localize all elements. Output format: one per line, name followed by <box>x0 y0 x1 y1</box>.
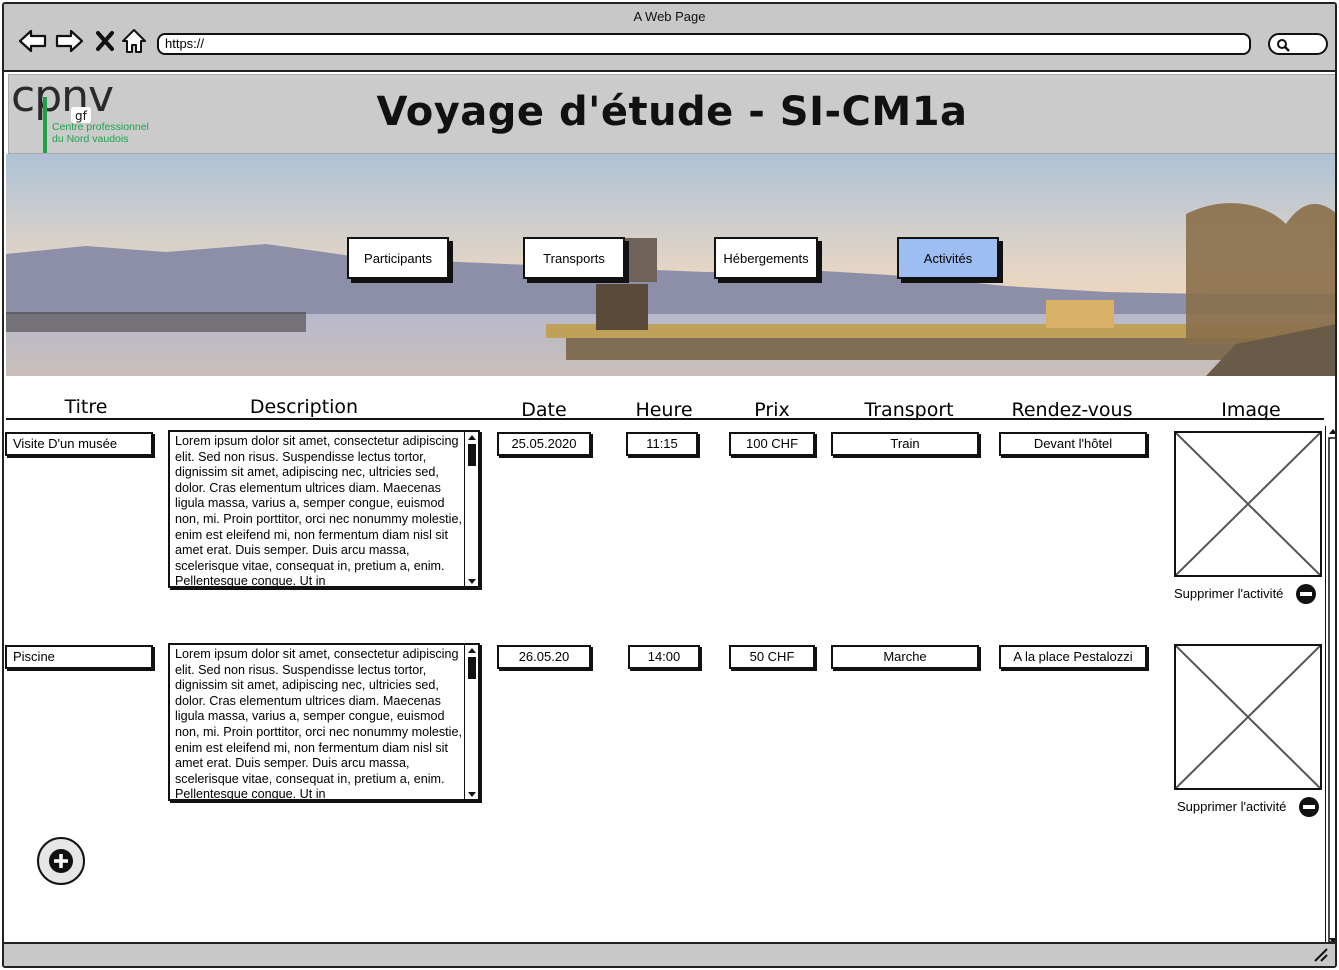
header-divider <box>6 418 1324 420</box>
minus-circle-icon[interactable] <box>1299 797 1319 817</box>
rendez-vous-input[interactable]: A la place Pestalozzi <box>999 645 1147 669</box>
tab-hebergements[interactable]: Hébergements <box>714 237 818 279</box>
description-scrollbar[interactable] <box>464 432 478 586</box>
add-activity-button[interactable] <box>37 837 85 885</box>
page-header: cpnv gf Centre professionnel du Nord vau… <box>8 71 1335 154</box>
delete-activity-label[interactable]: Supprimer l'activité <box>1177 799 1286 814</box>
date-input[interactable]: 26.05.20 <box>497 645 591 669</box>
page-title: Voyage d'étude - SI-CM1a <box>376 89 968 135</box>
titre-input[interactable]: Piscine <box>5 645 153 669</box>
url-field[interactable]: https:// <box>157 33 1251 55</box>
search-field[interactable] <box>1268 33 1328 55</box>
lake-banner-image <box>6 154 1335 376</box>
search-icon <box>1277 39 1290 52</box>
description-scrollbar[interactable] <box>464 645 478 799</box>
tab-participants[interactable]: Participants <box>347 237 449 279</box>
prix-input[interactable]: 100 CHF <box>729 432 815 456</box>
rendez-vous-input[interactable]: Devant l'hôtel <box>999 432 1147 456</box>
header-description: Description <box>249 396 359 418</box>
resize-grip-icon[interactable] <box>1313 948 1329 962</box>
window-title: A Web Page <box>633 9 706 24</box>
description-text: Lorem ipsum dolor sit amet, consectetur … <box>175 647 462 801</box>
browser-toolbar: A Web Page https:// <box>4 4 1335 72</box>
browser-window: A Web Page https:// cpnv gf Centre profe… <box>2 2 1337 968</box>
forward-arrow-icon[interactable] <box>54 26 84 56</box>
date-input[interactable]: 25.05.2020 <box>497 432 591 456</box>
transport-input[interactable]: Marche <box>831 645 979 669</box>
prix-input[interactable]: 50 CHF <box>729 645 815 669</box>
page-scrollbar[interactable] <box>1325 426 1335 948</box>
plus-icon <box>49 849 73 873</box>
close-icon[interactable] <box>90 26 120 56</box>
header-titre: Titre <box>64 396 108 418</box>
description-textarea[interactable]: Lorem ipsum dolor sit amet, consectetur … <box>168 430 480 588</box>
description-textarea[interactable]: Lorem ipsum dolor sit amet, consectetur … <box>168 643 480 801</box>
transport-input[interactable]: Train <box>831 432 979 456</box>
image-placeholder-icon[interactable] <box>1174 431 1322 577</box>
back-arrow-icon[interactable] <box>18 26 48 56</box>
heure-input[interactable]: 11:15 <box>626 432 698 456</box>
status-bar <box>4 942 1335 966</box>
heure-input[interactable]: 14:00 <box>628 645 700 669</box>
home-icon[interactable] <box>119 26 149 56</box>
image-placeholder-icon[interactable] <box>1174 644 1322 790</box>
titre-input[interactable]: Visite D'un musée <box>5 432 153 456</box>
delete-activity-label[interactable]: Supprimer l'activité <box>1174 586 1283 601</box>
description-text: Lorem ipsum dolor sit amet, consectetur … <box>175 434 462 588</box>
minus-circle-icon[interactable] <box>1296 584 1316 604</box>
tab-transports[interactable]: Transports <box>523 237 625 279</box>
tab-activites[interactable]: Activités <box>897 237 999 279</box>
